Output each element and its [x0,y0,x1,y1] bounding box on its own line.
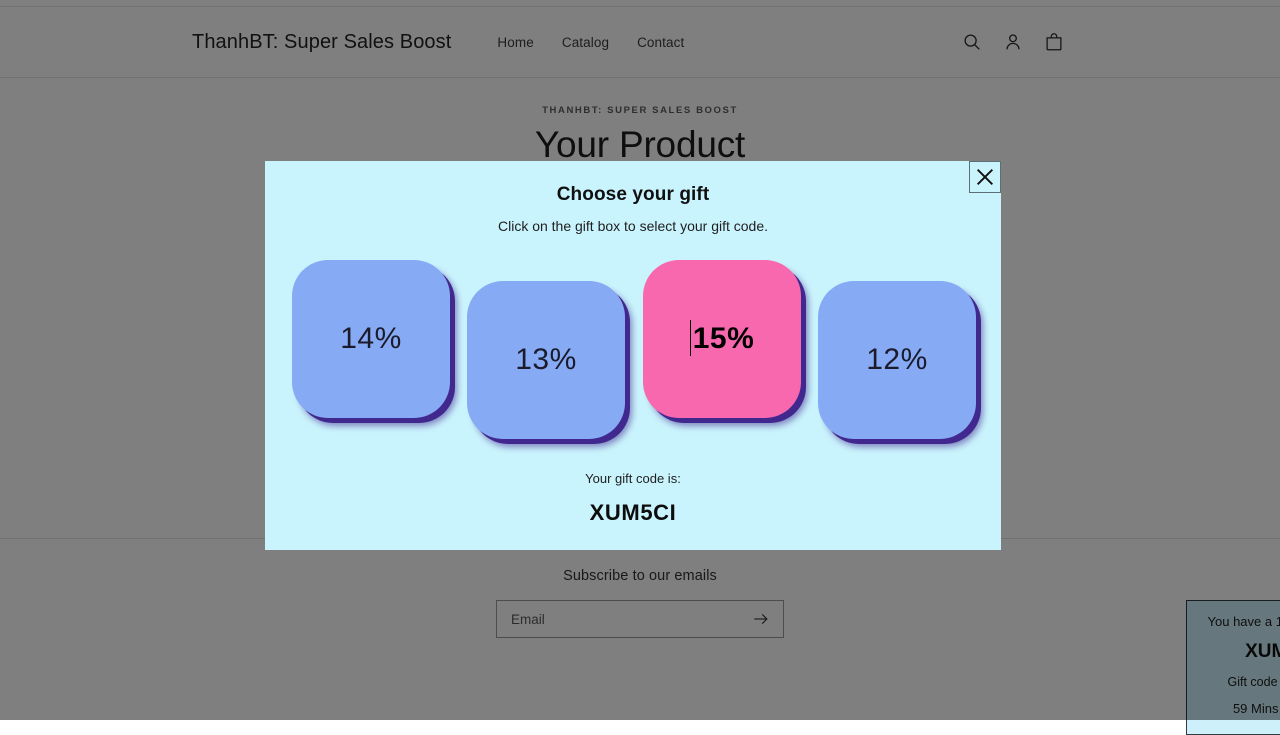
close-icon [974,166,996,188]
close-button[interactable] [969,161,1001,193]
gift-code-value: XUM5CI [265,500,1001,526]
gift-code-label: Your gift code is: [265,471,1001,486]
gift-box-1[interactable]: 14% [292,260,450,418]
gift-box-label: 12% [866,343,928,377]
gift-box-4[interactable]: 12% [818,281,976,439]
text-caret [690,320,691,356]
gift-box-label: 14% [340,322,402,356]
gift-box-2[interactable]: 13% [467,281,625,439]
modal-subtitle: Click on the gift box to select your gif… [265,218,1001,234]
gift-modal: Choose your gift Click on the gift box t… [265,161,1001,550]
gift-box-label: 13% [515,343,577,377]
gift-box-3-selected[interactable]: 15% [643,260,801,418]
gift-box-label: 15% [693,322,755,356]
modal-title: Choose your gift [265,161,1001,206]
gift-box-grid: 14% 13% 15% 12% [265,258,1001,458]
